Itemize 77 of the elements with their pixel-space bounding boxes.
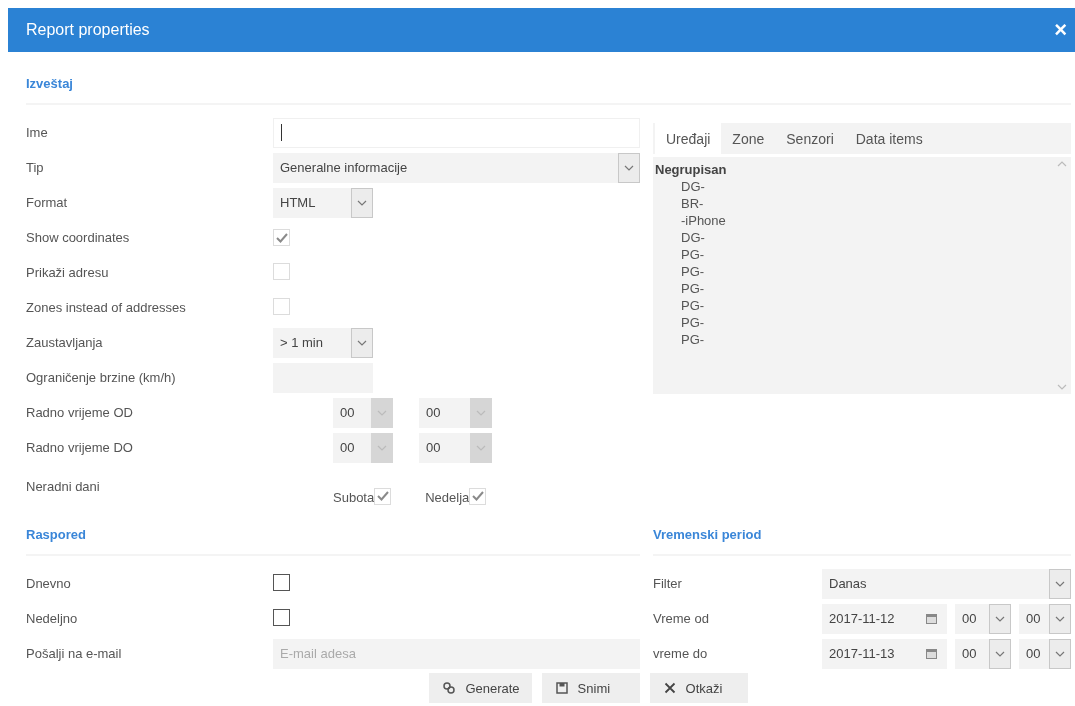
tab[interactable]: Senzori xyxy=(775,123,845,154)
chevron-down-icon xyxy=(995,615,1005,622)
chevron-down-icon xyxy=(1055,615,1065,622)
field-label: Dnevno xyxy=(26,576,72,591)
device-item[interactable]: PG- xyxy=(655,331,727,348)
checkbox[interactable] xyxy=(273,573,290,591)
field-label: Radno vrijeme OD xyxy=(26,405,134,420)
calendar-icon xyxy=(926,613,937,624)
field-label: Neradni dani xyxy=(26,478,101,494)
select-field[interactable]: 00 xyxy=(955,603,1011,634)
field-label: vreme do xyxy=(653,646,709,661)
action-button[interactable]: Generate xyxy=(429,673,532,703)
device-item[interactable]: BR- xyxy=(655,195,727,212)
device-item[interactable]: DG- xyxy=(655,178,727,195)
tab[interactable]: Data items xyxy=(844,123,934,154)
calendar-icon xyxy=(926,648,937,659)
check-icon xyxy=(376,491,389,501)
select-field[interactable]: 00 xyxy=(1019,638,1071,669)
chevron-up-icon xyxy=(1057,161,1067,167)
field-label: Prikaži adresu xyxy=(26,265,110,280)
save-icon xyxy=(555,682,568,694)
select-field[interactable]: 00 xyxy=(955,638,1011,669)
field-label: Zaustavljanja xyxy=(26,335,104,350)
link-icon xyxy=(443,682,456,694)
field-label: Show coordinates xyxy=(26,230,131,245)
tab[interactable]: Zone xyxy=(721,123,776,154)
field-label: Format xyxy=(26,195,69,210)
group-label[interactable]: Negrupisan xyxy=(655,161,727,178)
device-item[interactable]: PG- xyxy=(655,314,727,331)
device-item[interactable]: PG- xyxy=(655,263,727,280)
chevron-down-icon xyxy=(377,409,387,416)
name-input[interactable] xyxy=(273,117,640,148)
chevron-down-icon xyxy=(1055,650,1065,657)
section-heading: Raspored xyxy=(26,515,640,556)
date-input[interactable]: 2017-11-12 xyxy=(822,603,947,634)
date-input[interactable]: 2017-11-13 xyxy=(822,638,947,669)
field-label: Ograničenje brzine (km/h) xyxy=(26,370,177,385)
field-label: Filter xyxy=(653,576,683,591)
close-button[interactable]: × xyxy=(1052,19,1069,41)
day-label: Nedelja xyxy=(425,489,470,505)
chevron-down-icon xyxy=(624,164,634,171)
action-button[interactable]: Snimi xyxy=(541,673,640,703)
chevron-down-icon xyxy=(995,650,1005,657)
select-field[interactable]: Danas xyxy=(822,568,1071,599)
field-label: Nedeljno xyxy=(26,611,79,626)
chevron-down-icon xyxy=(357,339,367,346)
device-item[interactable]: DG- xyxy=(655,229,727,246)
chevron-down-icon xyxy=(476,409,486,416)
select-field[interactable]: 00 xyxy=(1019,603,1071,634)
field-label: Zones instead of addresses xyxy=(26,300,187,315)
checkbox[interactable] xyxy=(273,608,290,626)
field-label: Radno vrijeme DO xyxy=(26,440,134,455)
field-label: Pošalji na e-mail xyxy=(26,646,123,661)
device-item[interactable]: PG- xyxy=(655,297,727,314)
chevron-down-icon xyxy=(1057,384,1067,390)
device-item[interactable]: PG- xyxy=(655,246,727,263)
chevron-down-icon xyxy=(377,444,387,451)
section-heading: Izveštaj xyxy=(26,52,1071,105)
check-icon xyxy=(275,232,288,243)
select-field[interactable]: HTML xyxy=(273,187,373,218)
chevron-down-icon xyxy=(476,444,486,451)
dialog-title: Report properties xyxy=(26,21,150,39)
close-icon xyxy=(663,682,676,694)
action-button[interactable]: Otkaži xyxy=(649,673,748,703)
tab[interactable]: Uređaji xyxy=(655,123,722,154)
field-label: Vreme od xyxy=(653,611,710,626)
chevron-down-icon xyxy=(1055,580,1065,587)
day-label: Subota xyxy=(333,489,375,505)
field-label: Ime xyxy=(26,125,49,140)
select-field[interactable]: > 1 min xyxy=(273,327,373,358)
select-field[interactable]: Generalne informacije xyxy=(273,152,640,183)
section-heading: Vremenski period xyxy=(653,515,1071,556)
field-label: Tip xyxy=(26,160,45,175)
device-item[interactable]: -iPhone xyxy=(655,212,727,229)
check-icon xyxy=(471,491,484,501)
chevron-down-icon xyxy=(357,199,367,206)
device-item[interactable]: PG- xyxy=(655,280,727,297)
